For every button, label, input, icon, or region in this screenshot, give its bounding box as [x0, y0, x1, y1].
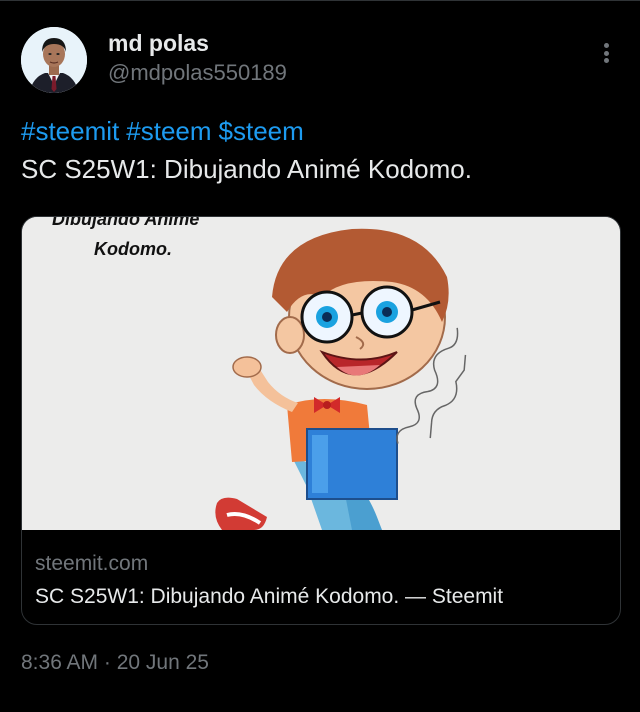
avatar[interactable]	[21, 27, 87, 93]
more-options-button[interactable]	[596, 38, 616, 68]
card-image-caption-line1: Dibujando Animé	[52, 217, 200, 229]
hashtag-link[interactable]: #steemit	[21, 116, 119, 146]
author-display-name[interactable]: md polas	[108, 30, 209, 57]
more-vertical-icon	[603, 43, 609, 48]
hashtag-link[interactable]: #steem	[126, 116, 211, 146]
tweet[interactable]: md polas @mdpolas550189 #steemit #steem $s…	[0, 0, 640, 712]
link-preview-card[interactable]: Dibujando Animé Kodomo. steemit.com SC S…	[21, 216, 621, 625]
hashtag-row: #steemit #steem $steem	[21, 112, 472, 150]
cashtag-link[interactable]: $steem	[219, 116, 304, 146]
card-image-caption-line2: Kodomo.	[94, 239, 172, 259]
tweet-timestamp[interactable]: 8:36 AM · 20 Jun 25	[21, 651, 209, 675]
card-image[interactable]: Dibujando Animé Kodomo.	[22, 217, 620, 530]
card-domain: steemit.com	[35, 552, 149, 575]
card-meta[interactable]: steemit.com SC S25W1: Dibujando Animé Ko…	[22, 530, 620, 624]
tweet-body: #steemit #steem $steem SC S25W1: Dibujando…	[21, 112, 472, 188]
card-title[interactable]: SC S25W1: Dibujando Animé Kodomo. — Stee…	[35, 585, 503, 609]
author-handle[interactable]: @mdpolas550189	[108, 60, 287, 86]
tweet-text: SC S25W1: Dibujando Animé Kodomo.	[21, 154, 472, 184]
